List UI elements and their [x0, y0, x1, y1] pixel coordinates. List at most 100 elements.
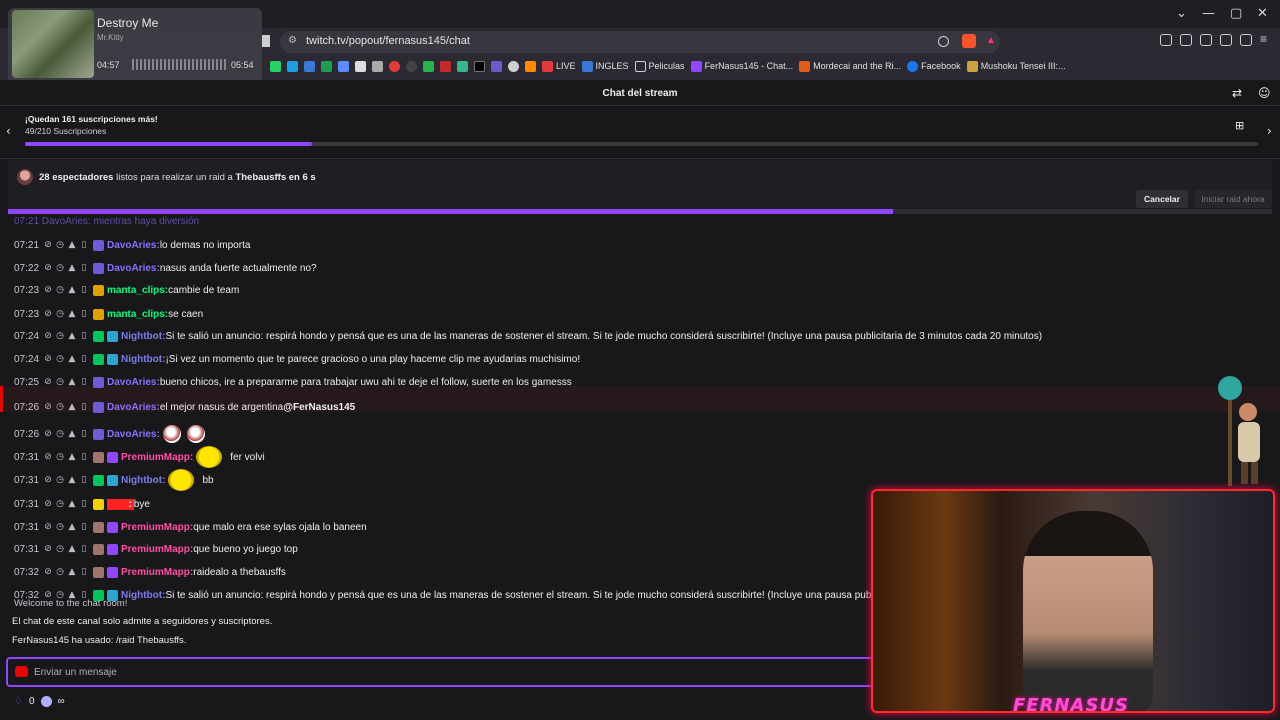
bookmark-favicon-icon[interactable] — [338, 60, 349, 72]
timeout-icon[interactable]: ◷ — [55, 522, 65, 532]
bookmark-favicon-icon[interactable] — [372, 60, 383, 72]
warn-icon[interactable]: ▲ — [67, 452, 77, 462]
warn-icon[interactable]: ▲ — [67, 240, 77, 250]
vpn-icon[interactable] — [1240, 34, 1252, 46]
timeout-icon[interactable]: ◷ — [55, 567, 65, 577]
ban-icon[interactable]: ⊘ — [43, 309, 53, 319]
message-username[interactable]: DavoAries: — [107, 377, 160, 388]
bookmark-favicon-icon[interactable] — [304, 60, 315, 72]
shield-icon[interactable] — [938, 36, 949, 47]
ban-icon[interactable]: ⊘ — [43, 544, 53, 554]
user-badge-icon[interactable] — [93, 308, 104, 320]
rewards-triangle-icon[interactable]: ▲ — [984, 34, 998, 48]
delete-icon[interactable]: ▯ — [79, 309, 89, 319]
bits-icon[interactable] — [40, 696, 52, 707]
chat-message[interactable]: 07:31 ⊘ ◷ ▲ ▯ PremiumMapp: que malo era ese s… — [14, 518, 367, 536]
chat-message[interactable]: 07:31 ⊘ ◷ ▲ ▯ PremiumMapp: fer volvi — [14, 446, 265, 468]
delete-icon[interactable]: ▯ — [79, 475, 89, 485]
timeout-icon[interactable]: ◷ — [55, 285, 65, 295]
timeout-icon[interactable]: ◷ — [55, 475, 65, 485]
message-username[interactable]: Nightbot: — [121, 590, 165, 601]
user-badge-icon[interactable] — [107, 521, 118, 533]
warn-icon[interactable]: ▲ — [67, 354, 77, 364]
bookmark-favicon-icon[interactable] — [423, 60, 434, 72]
delete-icon[interactable]: ▯ — [79, 240, 89, 250]
channel-points-icon[interactable]: ♢ — [14, 696, 23, 707]
chevron-down-icon[interactable]: ⌄ — [1176, 6, 1187, 21]
ban-icon[interactable]: ⊘ — [43, 263, 53, 273]
timeout-icon[interactable]: ◷ — [55, 263, 65, 273]
chat-message[interactable]: 07:22 ⊘ ◷ ▲ ▯ DavoAries: nasus anda fuerte ac… — [14, 259, 317, 277]
user-badge-icon[interactable] — [107, 474, 118, 486]
delete-icon[interactable]: ▯ — [79, 377, 89, 387]
chat-message[interactable]: 07:32 ⊘ ◷ ▲ ▯ Nightbot: Si te salió un anunci… — [14, 586, 883, 604]
delete-icon[interactable]: ▯ — [79, 522, 89, 532]
bookmark-favicon-icon[interactable] — [270, 60, 281, 72]
chat-message[interactable]: 07:21 ⊘ ◷ ▲ ▯ DavoAries: lo demas no importa — [14, 236, 250, 254]
emote-icon[interactable] — [162, 425, 181, 443]
timeout-icon[interactable]: ◷ — [55, 377, 65, 387]
user-badge-icon[interactable] — [93, 284, 104, 296]
chat-message[interactable]: 07:26 ⊘ ◷ ▲ ▯ DavoAries: — [14, 425, 208, 443]
bookmark-favicon-icon[interactable] — [440, 60, 451, 72]
cancel-raid-button[interactable]: Cancelar — [1136, 190, 1188, 208]
ban-icon[interactable]: ⊘ — [43, 499, 53, 509]
warn-icon[interactable]: ▲ — [67, 429, 77, 439]
emote-icon[interactable] — [168, 469, 195, 491]
warn-icon[interactable]: ▲ — [67, 263, 77, 273]
brave-lion-icon[interactable] — [962, 34, 976, 48]
delete-icon[interactable]: ▯ — [79, 567, 89, 577]
bookmark-facebook[interactable]: Facebook — [907, 60, 961, 72]
ban-icon[interactable]: ⊘ — [43, 354, 53, 364]
bookmark-mushoku[interactable]: Mushoku Tensei III:... — [966, 60, 1066, 72]
warn-icon[interactable]: ▲ — [67, 475, 77, 485]
bookmark-ingles[interactable]: INGLES — [581, 60, 629, 72]
timeout-icon[interactable]: ◷ — [55, 309, 65, 319]
user-badge-icon[interactable] — [93, 262, 104, 274]
bookmark-live[interactable]: LIVE — [542, 60, 576, 72]
bookmark-peliculas[interactable]: Peliculas — [634, 60, 685, 72]
bookmark-favicon-icon[interactable] — [508, 60, 519, 72]
wallet-icon[interactable] — [1200, 34, 1212, 46]
timeout-icon[interactable]: ◷ — [55, 240, 65, 250]
timeout-icon[interactable]: ◷ — [55, 429, 65, 439]
chat-message[interactable]: 07:32 ⊘ ◷ ▲ ▯ PremiumMapp: raidealo a thebaus… — [14, 563, 286, 581]
delete-icon[interactable]: ▯ — [79, 263, 89, 273]
message-username[interactable]: PremiumMapp: — [121, 452, 193, 463]
warn-icon[interactable]: ▲ — [67, 331, 77, 341]
chat-message[interactable]: 07:31 ⊘ ◷ ▲ ▯ PremiumMapp: que bueno yo juego… — [14, 540, 298, 558]
bookmark-favicon-icon[interactable] — [355, 60, 366, 72]
user-badge-icon[interactable] — [93, 353, 104, 365]
ban-icon[interactable]: ⊘ — [43, 331, 53, 341]
bookmark-favicon-icon[interactable] — [491, 60, 502, 72]
delete-icon[interactable]: ▯ — [79, 499, 89, 509]
message-username[interactable]: Nightbot: — [121, 331, 165, 342]
user-badge-icon[interactable] — [107, 353, 118, 365]
chat-message[interactable]: 07:23 ⊘ ◷ ▲ ▯ manta_clips: se caen — [14, 305, 203, 323]
warn-icon[interactable]: ▲ — [67, 567, 77, 577]
close-icon[interactable]: ✕ — [1257, 6, 1268, 21]
leo-icon[interactable] — [1220, 34, 1232, 46]
delete-icon[interactable]: ▯ — [79, 544, 89, 554]
message-username[interactable]: : — [107, 498, 134, 510]
user-badge-icon[interactable] — [93, 474, 104, 486]
minimize-icon[interactable]: — — [1202, 6, 1215, 21]
chevron-left-icon[interactable]: ‹ — [6, 124, 11, 138]
emote-icon[interactable] — [186, 425, 205, 443]
mention[interactable]: @FerNasus145 — [283, 402, 355, 413]
timeout-icon[interactable]: ◷ — [55, 499, 65, 509]
timeout-icon[interactable]: ◷ — [55, 402, 65, 412]
chat-message[interactable]: 07:23 ⊘ ◷ ▲ ▯ manta_clips: cambie de team — [14, 281, 239, 299]
ban-icon[interactable]: ⊘ — [43, 475, 53, 485]
chat-message[interactable]: 07:31 ⊘ ◷ ▲ ▯ : bye — [14, 495, 150, 513]
warn-icon[interactable]: ▲ — [67, 285, 77, 295]
delete-icon[interactable]: ▯ — [79, 354, 89, 364]
user-badge-icon[interactable] — [93, 566, 104, 578]
bookmark-favicon-icon[interactable] — [321, 60, 332, 72]
extensions-icon[interactable] — [1160, 34, 1172, 46]
chat-message[interactable]: 07:31 ⊘ ◷ ▲ ▯ Nightbot: bb — [14, 469, 214, 491]
message-username[interactable]: Nightbot: — [121, 475, 165, 486]
timeout-icon[interactable]: ◷ — [55, 354, 65, 364]
ban-icon[interactable]: ⊘ — [43, 377, 53, 387]
bookmark-mordecai[interactable]: Mordecai and the Ri... — [799, 60, 901, 72]
